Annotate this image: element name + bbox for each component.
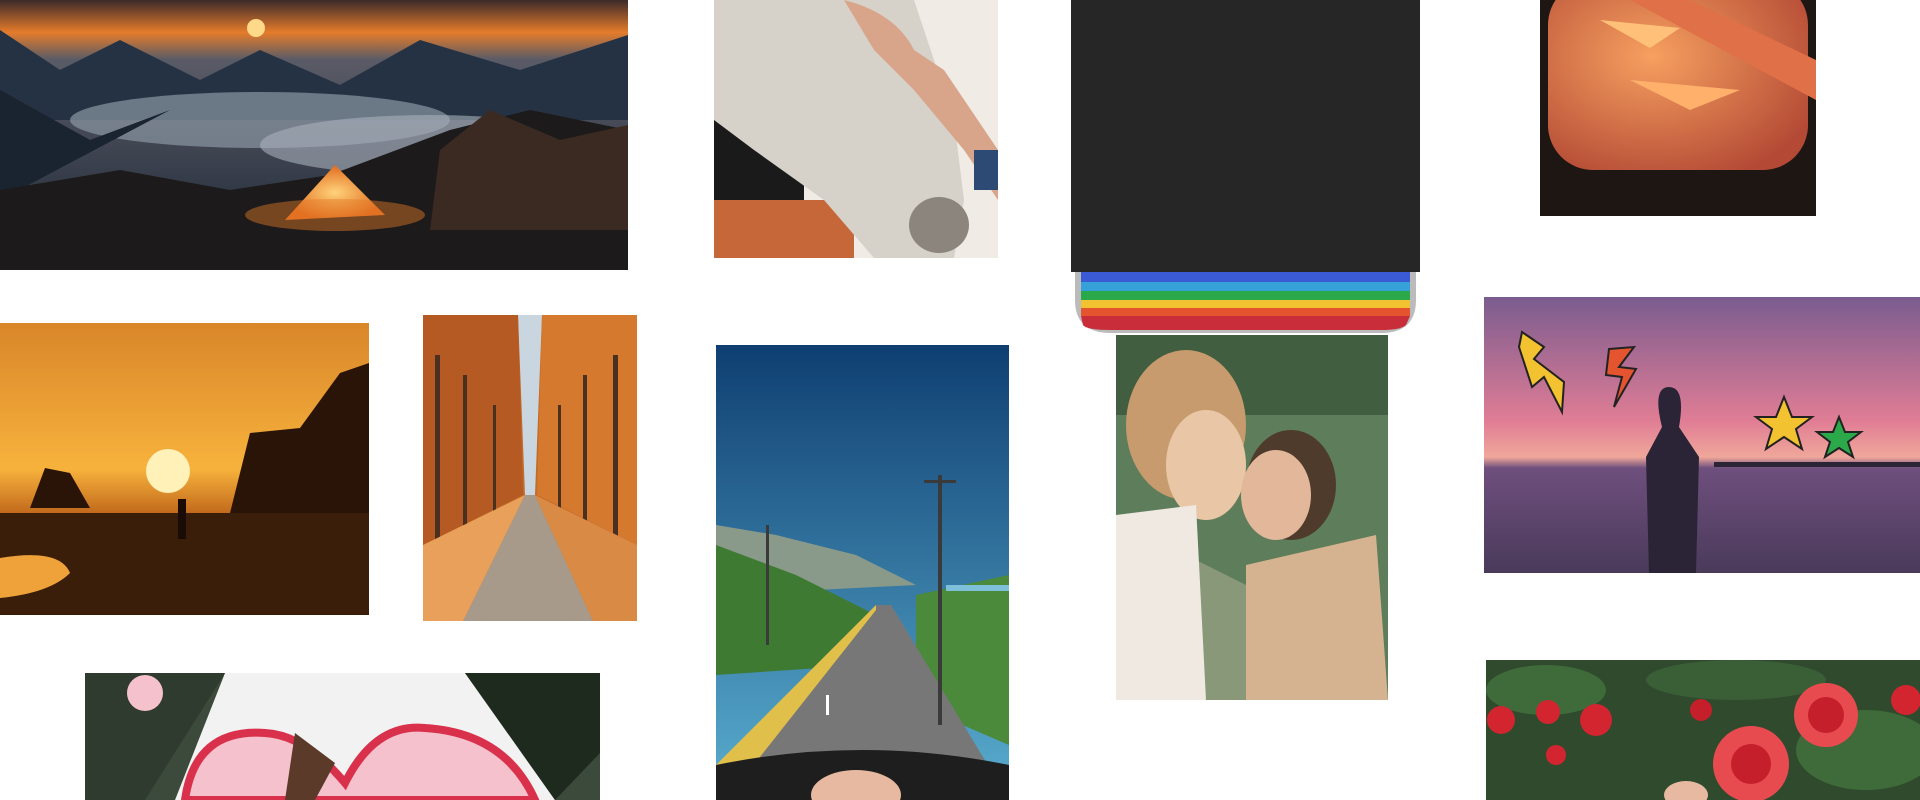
lightning-sticker-photo-icon bbox=[1484, 297, 1920, 573]
white-horse-photo[interactable] bbox=[714, 0, 998, 258]
airplane-window-photo-icon bbox=[1540, 0, 1816, 216]
beach-sunset-photo-icon bbox=[0, 323, 369, 615]
autumn-avenue-photo-icon bbox=[423, 315, 637, 621]
heart-cake-photo-icon bbox=[85, 673, 600, 800]
airplane-window-photo[interactable] bbox=[1540, 0, 1816, 216]
white-horse-photo-icon bbox=[714, 0, 998, 258]
coastal-road-photo[interactable] bbox=[716, 345, 1009, 800]
red-roses-photo[interactable] bbox=[1486, 660, 1920, 800]
mountain-tent-photo-icon bbox=[0, 0, 628, 270]
beach-sunset-photo[interactable] bbox=[0, 323, 369, 615]
rainbow-printer-photo[interactable] bbox=[1071, 0, 1420, 333]
lightning-sticker-photo[interactable] bbox=[1484, 297, 1920, 573]
autumn-avenue-photo[interactable] bbox=[423, 315, 637, 621]
couple-kiss-photo[interactable] bbox=[1116, 335, 1388, 700]
couple-kiss-photo-icon bbox=[1116, 335, 1388, 700]
rainbow-printer-photo-icon bbox=[1071, 0, 1420, 333]
red-roses-photo-icon bbox=[1486, 660, 1920, 800]
coastal-road-photo-icon bbox=[716, 345, 1009, 800]
heart-cake-photo[interactable] bbox=[85, 673, 600, 800]
mountain-tent-photo[interactable] bbox=[0, 0, 628, 270]
